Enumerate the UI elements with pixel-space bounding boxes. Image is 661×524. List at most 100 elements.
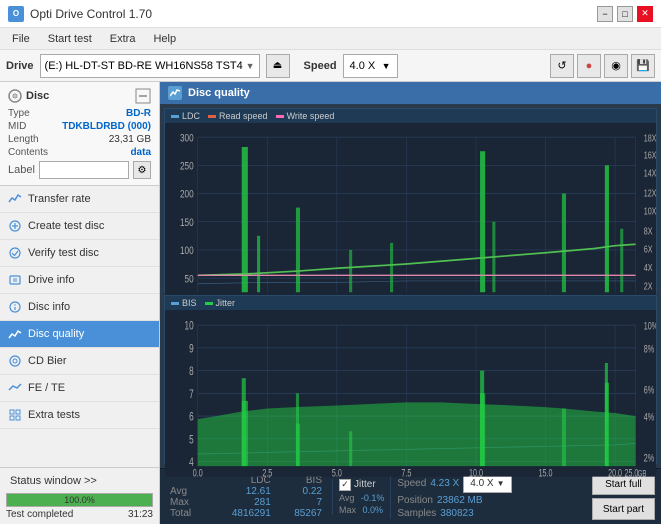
max-jitter-row: Max 0.0%	[339, 505, 384, 515]
eject-button[interactable]: ⏏	[266, 54, 290, 78]
disc-header: Disc	[8, 88, 151, 104]
transfer-rate-icon	[8, 192, 22, 206]
progress-text: 100.0%	[64, 495, 95, 505]
drive-bar: Drive (E:) HL-DT-ST BD-RE WH16NS58 TST4 …	[0, 50, 661, 82]
disc-mid-row: MID TDKBLDRBD (000)	[8, 121, 151, 132]
refresh-icon-btn[interactable]: ↺	[550, 54, 574, 78]
nav-verify-test-disc[interactable]: Verify test disc	[0, 240, 159, 267]
maximize-button[interactable]: □	[617, 6, 633, 22]
ldc-legend-label: LDC	[182, 111, 200, 121]
max-jitter-value: 0.0%	[363, 505, 384, 515]
nav-cd-bier-label: CD Bier	[28, 355, 67, 367]
charts-area: LDC Read speed Write speed	[160, 104, 661, 468]
create-test-disc-icon	[8, 219, 22, 233]
top-chart-legend: LDC Read speed Write speed	[165, 109, 656, 123]
svg-text:5.0: 5.0	[332, 468, 342, 477]
svg-text:18X: 18X	[644, 132, 656, 143]
disc-length-value: 23,31 GB	[109, 134, 151, 145]
jitter-header-row: ✓ Jitter	[339, 479, 384, 491]
app-icon: O	[8, 6, 24, 22]
status-text-row: Test completed 31:23	[6, 509, 153, 520]
bis-legend-label: BIS	[182, 298, 197, 308]
speed-stat-selector[interactable]: 4.0 X ▼	[463, 475, 511, 493]
nav-cd-bier[interactable]: CD Bier	[0, 348, 159, 375]
read-speed-legend: Read speed	[208, 111, 268, 121]
start-part-button[interactable]: Start part	[592, 498, 655, 520]
menu-start-test[interactable]: Start test	[40, 31, 100, 47]
disc-label-key: Label	[8, 164, 35, 176]
menu-help[interactable]: Help	[145, 31, 184, 47]
disc-type-row: Type BD-R	[8, 108, 151, 119]
speed-stat-arrow-icon: ▼	[497, 479, 505, 488]
max-bis-value: 7	[275, 497, 326, 508]
nav-extra-tests-label: Extra tests	[28, 409, 80, 421]
avg-jitter-value: -0.1%	[361, 493, 385, 503]
nav-fe-te-label: FE / TE	[28, 382, 65, 394]
minimize-button[interactable]: −	[597, 6, 613, 22]
disc-icon-btn[interactable]: ◉	[604, 54, 628, 78]
drive-selector[interactable]: (E:) HL-DT-ST BD-RE WH16NS58 TST4 ▼	[40, 54, 260, 78]
nav-create-test-disc-label: Create test disc	[28, 220, 104, 232]
nav-disc-info[interactable]: Disc info	[0, 294, 159, 321]
disc-mid-value: TDKBLDRBD (000)	[62, 121, 151, 132]
drive-action-icons: ↺ ● ◉ 💾	[550, 54, 655, 78]
sidebar: Disc Type BD-R MID TDKBLDRBD (000) Lengt…	[0, 82, 160, 524]
total-ldc-value: 4816291	[208, 508, 275, 519]
speed-stat-value: 4.23 X	[430, 478, 459, 489]
disc-icon	[8, 89, 22, 103]
max-row-label: Max	[166, 497, 208, 508]
nav-transfer-rate[interactable]: Transfer rate	[0, 186, 159, 213]
nav-disc-quality-label: Disc quality	[28, 328, 84, 340]
nav-create-test-disc[interactable]: Create test disc	[0, 213, 159, 240]
avg-ldc-value: 12.61	[208, 486, 275, 497]
svg-text:14X: 14X	[644, 167, 656, 178]
status-window-button[interactable]: Status window >>	[6, 472, 153, 490]
svg-text:8%: 8%	[644, 343, 654, 355]
jitter-checkbox[interactable]: ✓	[339, 479, 351, 491]
svg-text:10: 10	[185, 321, 194, 334]
svg-text:25.0: 25.0	[624, 468, 638, 477]
nav-drive-info[interactable]: Drive info	[0, 267, 159, 294]
verify-test-disc-icon	[8, 246, 22, 260]
position-row: Position 23862 MB	[397, 495, 585, 506]
top-chart: LDC Read speed Write speed	[164, 108, 657, 293]
nav-disc-quality[interactable]: Disc quality	[0, 321, 159, 348]
position-value: 23862 MB	[437, 495, 483, 506]
disc-length-row: Length 23,31 GB	[8, 134, 151, 145]
right-panel: Disc quality LDC Read speed Wr	[160, 82, 661, 524]
svg-text:9: 9	[189, 343, 194, 356]
disc-label-btn[interactable]: ⚙	[133, 161, 151, 179]
svg-text:150: 150	[180, 217, 194, 230]
svg-text:300: 300	[180, 132, 194, 145]
bottom-chart-legend: BIS Jitter	[165, 296, 656, 310]
menu-file[interactable]: File	[4, 31, 38, 47]
disc-mid-label: MID	[8, 121, 26, 132]
svg-text:5: 5	[189, 434, 194, 447]
samples-label: Samples	[397, 508, 436, 519]
menu-extra[interactable]: Extra	[102, 31, 144, 47]
disc-label-input[interactable]	[39, 161, 129, 179]
top-chart-svg: 300 250 200 150 100 50 18X 16X 14X 12X 1…	[165, 123, 656, 306]
nav-extra-tests[interactable]: Extra tests	[0, 402, 159, 429]
speed-selector[interactable]: 4.0 X ▼	[343, 54, 398, 78]
drive-value: (E:) HL-DT-ST BD-RE WH16NS58 TST4	[45, 60, 246, 72]
nav-fe-te[interactable]: FE / TE	[0, 375, 159, 402]
nav-transfer-rate-label: Transfer rate	[28, 193, 91, 205]
disc-quality-icon	[8, 327, 22, 341]
close-button[interactable]: ✕	[637, 6, 653, 22]
quality-header-icon	[168, 86, 182, 100]
jitter-section: ✓ Jitter Avg -0.1% Max 0.0%	[332, 479, 384, 515]
title-bar-left: O Opti Drive Control 1.70	[8, 6, 152, 22]
burn-icon-btn[interactable]: ●	[577, 54, 601, 78]
max-jitter-label: Max	[339, 505, 356, 515]
status-time-text: 31:23	[128, 509, 153, 520]
main-content: Disc Type BD-R MID TDKBLDRBD (000) Lengt…	[0, 82, 661, 524]
disc-type-value: BD-R	[126, 108, 151, 119]
svg-text:4X: 4X	[644, 262, 653, 273]
bottom-chart: BIS Jitter	[164, 295, 657, 464]
samples-value: 380823	[440, 508, 473, 519]
speed-stat-select-value: 4.0 X	[470, 478, 493, 489]
drive-label: Drive	[6, 60, 34, 72]
speed-row: Speed 4.23 X 4.0 X ▼	[397, 475, 585, 493]
save-icon-btn[interactable]: 💾	[631, 54, 655, 78]
